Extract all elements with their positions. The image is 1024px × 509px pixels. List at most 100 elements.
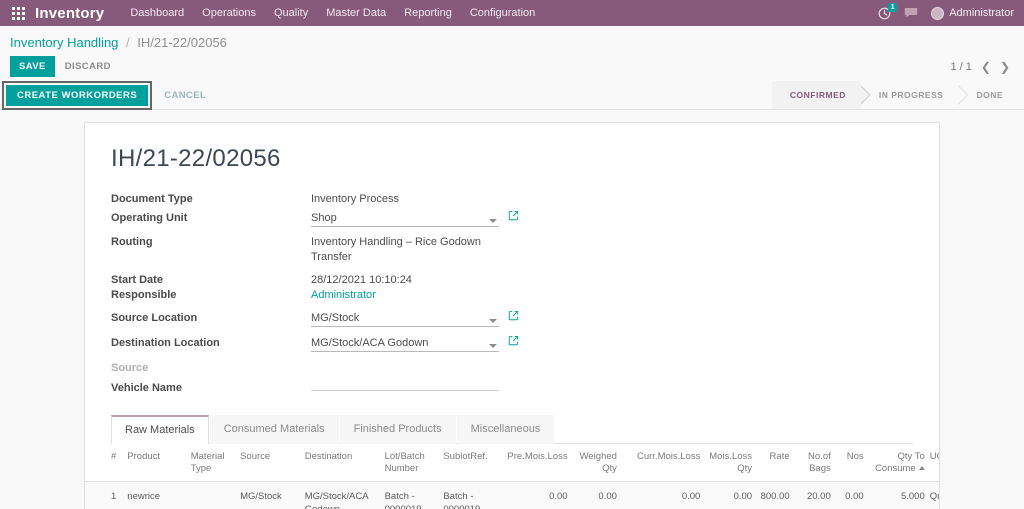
cell-qty-to-consume[interactable]: 5.000: [868, 481, 930, 509]
internal-link-icon[interactable]: [508, 208, 519, 226]
cell-product[interactable]: newrice: [127, 481, 191, 509]
messaging-chat-icon[interactable]: [904, 7, 918, 19]
field-routing: Routing Inventory Handling – Rice Godown…: [111, 235, 913, 265]
field-start-date: Start Date 28/12/2021 10:10:24: [111, 274, 913, 286]
cell-sublot-ref[interactable]: Batch - 0000019: [443, 481, 500, 509]
menu-item-master-data[interactable]: Master Data: [326, 7, 386, 19]
col-material-type[interactable]: Material Type: [190, 443, 241, 483]
chevron-down-icon[interactable]: [489, 318, 497, 323]
col-uom[interactable]: UOM: [929, 443, 939, 483]
field-label-destination-location: Destination Location: [111, 336, 220, 349]
record-action-row: SAVE DISCARD 1 / 1 ❮ ❯: [0, 50, 1024, 77]
tab-miscellaneous[interactable]: Miscellaneous: [456, 414, 555, 444]
col-no-of-bags[interactable]: No.of Bags: [794, 443, 836, 483]
col-qty-to-consume-label: Qty To Consume: [875, 450, 925, 474]
menu-item-configuration[interactable]: Configuration: [470, 7, 535, 19]
vehicle-name-input[interactable]: [311, 378, 499, 391]
pager-position: 1 / 1: [950, 60, 972, 73]
field-value-start-date: 28/12/2021 10:10:24: [311, 273, 412, 286]
field-label-start-date: Start Date: [111, 273, 163, 286]
col-rate[interactable]: Rate: [757, 443, 795, 483]
cancel-button[interactable]: CANCEL: [152, 85, 218, 106]
operating-unit-value[interactable]: Shop: [311, 212, 499, 227]
cell-curr-mois-loss[interactable]: 0.00: [621, 481, 706, 509]
col-qty-to-consume[interactable]: Qty To Consume: [868, 443, 930, 483]
cell-lot-batch-number[interactable]: Batch - 0000019: [384, 481, 444, 509]
field-label-source: Source: [111, 361, 149, 374]
breadcrumb: Inventory Handling / IH/21-22/02056: [10, 35, 227, 50]
destination-location-value[interactable]: MG/Stock/ACA Godown: [311, 337, 499, 352]
breadcrumb-separator: /: [126, 35, 130, 50]
menu-item-operations[interactable]: Operations: [202, 7, 256, 19]
tab-consumed-materials[interactable]: Consumed Materials: [209, 414, 339, 444]
cell-rate[interactable]: 800.00: [757, 481, 795, 509]
cell-source[interactable]: MG/Stock: [240, 481, 305, 509]
user-name-label: Administrator: [949, 7, 1014, 19]
field-value-responsible[interactable]: Administrator: [311, 289, 376, 301]
systray: 1 Administrator: [878, 2, 1016, 20]
col-nos[interactable]: Nos: [835, 443, 869, 483]
field-label-operating-unit: Operating Unit: [111, 212, 188, 224]
field-destination-location: Destination Location MG/Stock/ACA Godown: [111, 333, 913, 352]
cell-uom[interactable]: Quintal: [929, 481, 939, 509]
chevron-down-icon[interactable]: [489, 343, 497, 348]
field-responsible: Responsible Administrator: [111, 289, 913, 301]
col-lot-batch-number[interactable]: Lot/Batch Number: [384, 443, 444, 483]
field-value-source: [311, 358, 499, 371]
status-stage-confirmed[interactable]: CONFIRMED: [771, 81, 871, 109]
cell-pre-mois-loss[interactable]: 0.00: [499, 481, 573, 509]
cell-nos[interactable]: 0.00: [835, 481, 869, 509]
col-index[interactable]: #: [85, 443, 128, 483]
field-label-document-type: Document Type: [111, 193, 193, 205]
page-title: IH/21-22/02056: [111, 145, 281, 172]
field-document-type: Document Type Inventory Process: [111, 193, 913, 205]
table-row[interactable]: 1 newrice MG/Stock MG/Stock/ACA Godown B…: [85, 481, 939, 509]
internal-link-icon[interactable]: [508, 333, 519, 351]
col-sublot-ref[interactable]: SublotRef.: [443, 443, 500, 483]
field-value-routing: Inventory Handling – Rice Godown Transfe…: [311, 236, 481, 263]
breadcrumb-current: IH/21-22/02056: [137, 35, 227, 50]
chevron-left-icon[interactable]: ❮: [981, 60, 991, 74]
create-workorders-button[interactable]: CREATE WORKORDERS: [6, 84, 149, 106]
app-brand-title[interactable]: Inventory: [35, 5, 104, 22]
col-destination[interactable]: Destination: [304, 443, 385, 483]
col-weighed-qty[interactable]: Weighed Qty: [572, 443, 622, 483]
cell-material-type[interactable]: [190, 481, 241, 509]
activity-clock-icon[interactable]: 1: [878, 2, 898, 20]
source-location-select[interactable]: MG/Stock: [311, 312, 499, 327]
user-menu[interactable]: Administrator: [931, 6, 1014, 20]
col-product[interactable]: Product: [127, 443, 191, 483]
internal-link-icon[interactable]: [508, 308, 519, 326]
col-mois-loss-qty[interactable]: Mois.Loss Qty: [705, 443, 758, 483]
menu-item-quality[interactable]: Quality: [274, 7, 308, 19]
col-source[interactable]: Source: [240, 443, 305, 483]
col-pre-mois-loss[interactable]: Pre.Mois.Loss: [499, 443, 573, 483]
status-bar: CONFIRMED IN PROGRESS DONE: [771, 81, 1018, 109]
destination-location-select[interactable]: MG/Stock/ACA Godown: [311, 337, 499, 352]
cell-no-of-bags[interactable]: 20.00: [794, 481, 836, 509]
control-panel-row: CREATE WORKORDERS CANCEL CONFIRMED IN PR…: [0, 80, 1024, 110]
source-location-value[interactable]: MG/Stock: [311, 312, 499, 327]
tab-raw-materials[interactable]: Raw Materials: [111, 414, 209, 444]
menu-item-reporting[interactable]: Reporting: [404, 7, 452, 19]
chevron-down-icon[interactable]: [489, 219, 497, 223]
cell-mois-loss-qty[interactable]: 0.00: [705, 481, 758, 509]
chevron-right-icon[interactable]: ❯: [1000, 60, 1010, 74]
discard-button[interactable]: DISCARD: [55, 56, 121, 77]
menu-item-dashboard[interactable]: Dashboard: [130, 7, 184, 19]
field-label-responsible: Responsible: [111, 288, 177, 301]
form-sheet-wrapper: IH/21-22/02056 Document Type Inventory P…: [0, 110, 1024, 509]
field-label-routing: Routing: [111, 236, 153, 248]
field-source: Source: [111, 358, 913, 374]
form-fields: Document Type Inventory Process Operatin…: [85, 173, 939, 394]
apps-grid-icon[interactable]: [12, 6, 25, 20]
tab-finished-products[interactable]: Finished Products: [339, 414, 456, 444]
status-stage-in-progress[interactable]: IN PROGRESS: [860, 81, 968, 109]
col-curr-mois-loss[interactable]: Curr.Mois.Loss: [621, 443, 706, 483]
operating-unit-select[interactable]: Shop: [311, 212, 499, 227]
save-button[interactable]: SAVE: [10, 56, 55, 77]
cell-weighed-qty[interactable]: 0.00: [572, 481, 622, 509]
breadcrumb-parent-link[interactable]: Inventory Handling: [10, 35, 118, 50]
cell-destination[interactable]: MG/Stock/ACA Godown: [304, 481, 385, 509]
cell-index[interactable]: 1: [85, 481, 128, 509]
